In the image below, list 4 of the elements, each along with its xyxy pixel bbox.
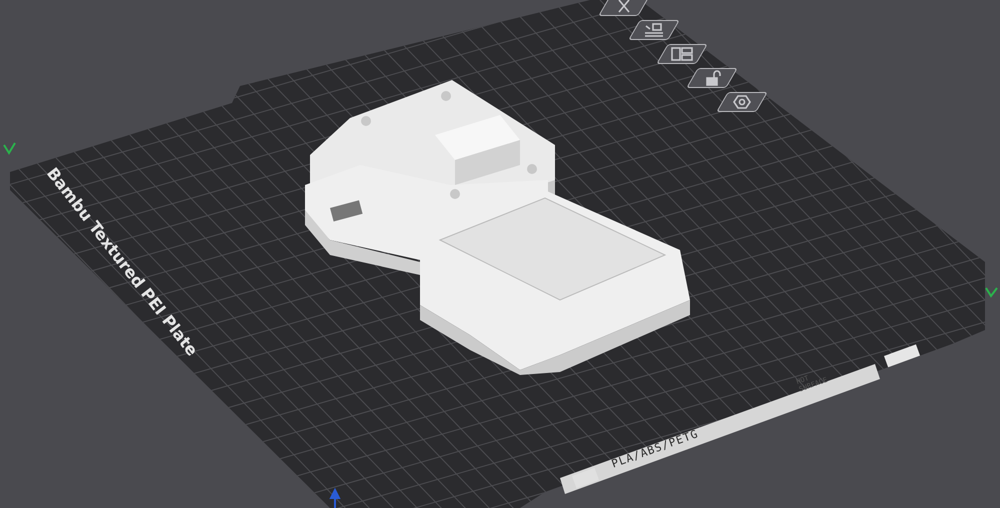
axis-marker-icon — [3, 142, 16, 155]
axis-arrow-icon — [329, 489, 340, 508]
layout-icon — [669, 46, 695, 62]
axis-marker-icon — [985, 287, 998, 298]
